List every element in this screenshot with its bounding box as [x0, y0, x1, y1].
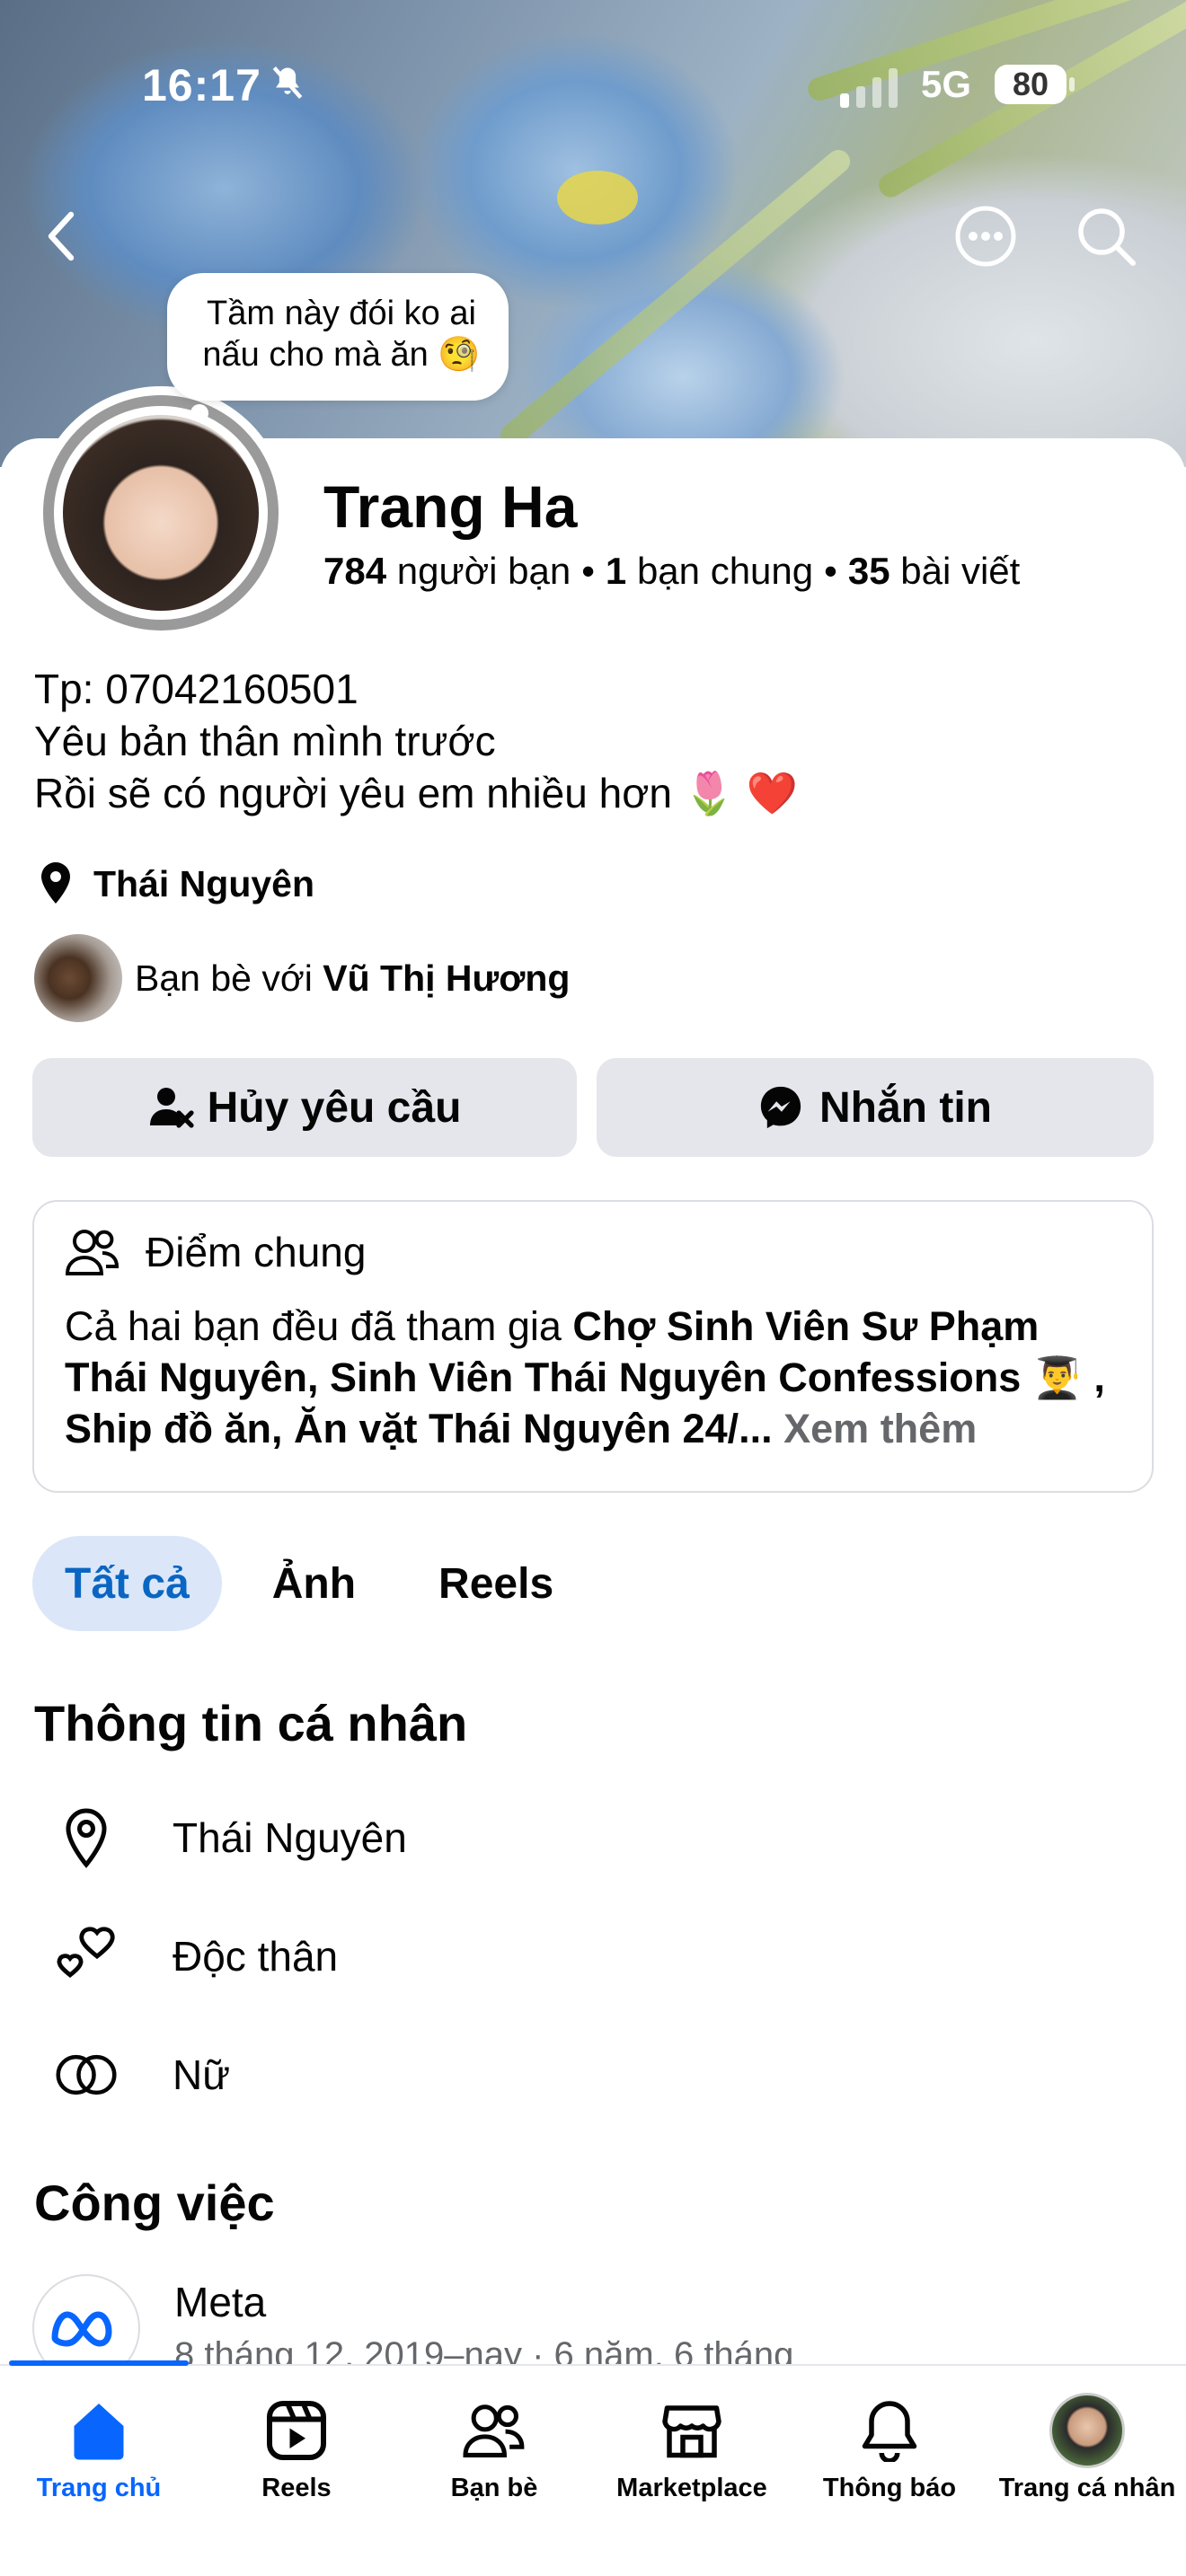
more-horizontal-icon — [955, 206, 1016, 267]
mutual-count[interactable]: 1 — [606, 550, 626, 592]
status-bar: 16:17 5G 80 — [0, 50, 1186, 122]
posts-label: bài viết — [900, 550, 1021, 592]
bio-line: Rồi sẽ có người yêu em nhiều hơn 🌷 ❤️ — [34, 770, 799, 816]
network-type: 5G — [921, 63, 972, 105]
profile-tabs: Tất cả Ảnh Reels — [32, 1536, 604, 1631]
info-row-location: Thái Nguyên — [54, 1805, 407, 1870]
job-company[interactable]: Meta — [174, 2278, 266, 2326]
personal-info-title: Thông tin cá nhân — [34, 1695, 468, 1751]
mutual-friend-avatar[interactable] — [34, 934, 122, 1022]
info-row-relationship: Độc thân — [54, 1924, 338, 1989]
friends-count[interactable]: 784 — [323, 550, 386, 592]
battery-tip — [1069, 77, 1075, 92]
friends-label[interactable]: người bạn — [397, 550, 571, 592]
nav-reels-label: Reels — [261, 2474, 332, 2502]
nav-marketplace[interactable]: Marketplace — [593, 2387, 791, 2503]
profile-avatar[interactable] — [34, 386, 288, 640]
info-row-gender: Nữ — [54, 2042, 230, 2107]
location-row: Thái Nguyên — [34, 860, 314, 907]
mutual-friend-row[interactable]: Bạn bè với Vũ Thị Hương — [34, 934, 570, 1022]
friends-icon — [395, 2387, 593, 2474]
active-tab-indicator — [9, 2360, 189, 2366]
common-prefix: Cả hai bạn đều đã tham gia — [65, 1303, 562, 1349]
see-more-link[interactable]: Xem thêm — [783, 1406, 977, 1451]
tab-all[interactable]: Tất cả — [32, 1536, 222, 1631]
nav-friends-label: Bạn bè — [450, 2474, 538, 2502]
bell-icon — [791, 2387, 988, 2474]
nav-home[interactable]: Trang chủ — [0, 2387, 198, 2503]
nav-profile-avatar — [1049, 2393, 1125, 2468]
location-text: Thái Nguyên — [93, 862, 315, 904]
cancel-request-button[interactable]: Hủy yêu cầu — [32, 1058, 577, 1157]
people-outline-icon — [65, 1230, 119, 1275]
message-label: Nhắn tin — [819, 1083, 992, 1132]
message-button[interactable]: Nhắn tin — [597, 1058, 1154, 1157]
back-button[interactable] — [22, 196, 102, 277]
note-bubble[interactable]: Tầm này đói ko ai nấu cho mà ăn 🧐 — [167, 273, 509, 401]
posts-count: 35 — [847, 550, 890, 592]
note-bubble-tail — [190, 404, 208, 422]
bio-line: Tp: 07042160501 — [34, 666, 358, 712]
hearts-icon — [54, 1924, 119, 1989]
home-icon — [0, 2387, 198, 2474]
profile-bio: Tp: 07042160501 Yêu bản thân mình trước … — [34, 663, 798, 819]
more-options-button[interactable] — [945, 196, 1026, 277]
location-pin-icon — [41, 862, 70, 904]
nav-notifications-label: Thông báo — [822, 2474, 957, 2502]
info-location: Thái Nguyên — [173, 1814, 407, 1861]
profile-name: Trang Ha — [323, 473, 578, 540]
chevron-left-icon — [48, 211, 75, 261]
info-gender: Nữ — [173, 2051, 231, 2098]
nav-marketplace-label: Marketplace — [616, 2474, 767, 2502]
cancel-request-label: Hủy yêu cầu — [207, 1083, 462, 1132]
nav-profile-label: Trang cá nhân — [998, 2474, 1176, 2502]
tab-photos[interactable]: Ảnh — [240, 1536, 388, 1631]
nav-reels[interactable]: Reels — [198, 2387, 395, 2503]
common-header: Điểm chung — [65, 1227, 1121, 1277]
signal-icon — [840, 68, 898, 108]
bio-line: Yêu bản thân mình trước — [34, 718, 496, 764]
silent-bell-icon — [272, 66, 303, 99]
nav-notifications[interactable]: Thông báo — [791, 2387, 988, 2503]
work-title: Công việc — [34, 2175, 275, 2231]
story-ring — [43, 395, 279, 631]
common-title: Điểm chung — [146, 1229, 367, 1275]
marketplace-shop-icon — [593, 2387, 791, 2474]
nav-home-label: Trang chủ — [36, 2474, 162, 2502]
user-cancel-icon — [149, 1088, 194, 1128]
location-pin-outline-icon — [54, 1805, 119, 1870]
search-icon — [1078, 208, 1136, 266]
info-relationship: Độc thân — [173, 1933, 339, 1980]
battery-icon: 80 — [995, 65, 1067, 104]
reels-icon — [198, 2387, 395, 2474]
mutual-label[interactable]: bạn chung — [637, 550, 813, 592]
profile-stats: 784 người bạn • 1 bạn chung • 35 bài viết — [323, 550, 1021, 592]
status-time: 16:17 — [142, 60, 261, 110]
tab-reels[interactable]: Reels — [406, 1536, 586, 1631]
messenger-icon — [760, 1086, 801, 1129]
common-interests-card[interactable]: Điểm chung Cả hai bạn đều đã tham gia Ch… — [32, 1200, 1154, 1493]
search-button[interactable] — [1066, 196, 1146, 277]
avatar-photo — [63, 415, 259, 611]
nav-friends[interactable]: Bạn bè — [395, 2387, 593, 2503]
gender-rings-icon — [54, 2042, 119, 2107]
friend-with-name[interactable]: Vũ Thị Hương — [323, 957, 570, 1000]
bottom-navigation: Trang chủ Reels Bạn bè Marketplace Thông… — [0, 2360, 1186, 2576]
friend-with-prefix: Bạn bè với — [135, 957, 313, 999]
common-text: Cả hai bạn đều đã tham gia Chợ Sinh Viên… — [65, 1301, 1121, 1454]
nav-profile[interactable]: Trang cá nhân — [988, 2387, 1186, 2503]
